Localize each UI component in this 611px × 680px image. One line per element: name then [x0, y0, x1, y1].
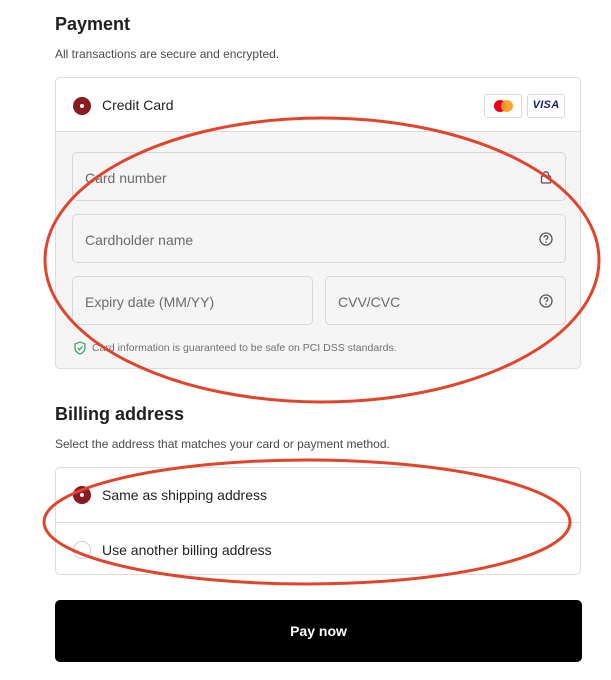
another-address-radio[interactable]: [73, 541, 91, 559]
billing-address-options: Same as shipping address Use another bil…: [55, 467, 581, 575]
cvv-placeholder: CVV/CVC: [338, 294, 401, 310]
billing-option-same[interactable]: Same as shipping address: [56, 468, 580, 522]
billing-title: Billing address: [55, 404, 185, 424]
credit-card-option[interactable]: Credit Card VISA: [56, 78, 580, 132]
billing-option-label: Same as shipping address: [102, 487, 267, 503]
help-circle-icon[interactable]: [539, 232, 553, 246]
billing-option-another[interactable]: Use another billing address: [56, 522, 580, 574]
cvv-field[interactable]: CVV/CVC: [325, 276, 566, 325]
credit-card-label: Credit Card: [102, 97, 174, 113]
shield-check-icon: [74, 341, 86, 355]
help-circle-icon[interactable]: [539, 294, 553, 308]
billing-subtitle: Select the address that matches your car…: [55, 437, 390, 451]
pci-secure-note: Card information is guaranteed to be saf…: [92, 342, 397, 354]
expiry-date-placeholder: Expiry date (MM/YY): [85, 294, 215, 310]
payment-subtitle: All transactions are secure and encrypte…: [55, 47, 280, 61]
card-number-placeholder: Card number: [85, 170, 167, 186]
credit-card-radio[interactable]: [73, 97, 91, 115]
payment-method-box: Credit Card VISA Card number Cardholder …: [55, 77, 581, 369]
expiry-date-field[interactable]: Expiry date (MM/YY): [72, 276, 313, 325]
pay-now-button[interactable]: Pay now: [55, 600, 582, 662]
cardholder-name-placeholder: Cardholder name: [85, 232, 194, 248]
billing-option-label: Use another billing address: [102, 542, 272, 558]
card-details-form: Card number Cardholder name Expiry date …: [56, 132, 580, 368]
cardholder-name-field[interactable]: Cardholder name: [72, 214, 566, 263]
card-number-field[interactable]: Card number: [72, 152, 566, 201]
visa-icon: VISA: [527, 94, 565, 118]
payment-title: Payment: [55, 14, 131, 34]
same-address-radio[interactable]: [73, 486, 91, 504]
mastercard-icon: [484, 94, 522, 118]
lock-icon: [540, 171, 552, 184]
visa-logo-text: VISA: [532, 99, 560, 111]
checkout-payment-page: Payment All transactions are secure and …: [0, 0, 611, 680]
